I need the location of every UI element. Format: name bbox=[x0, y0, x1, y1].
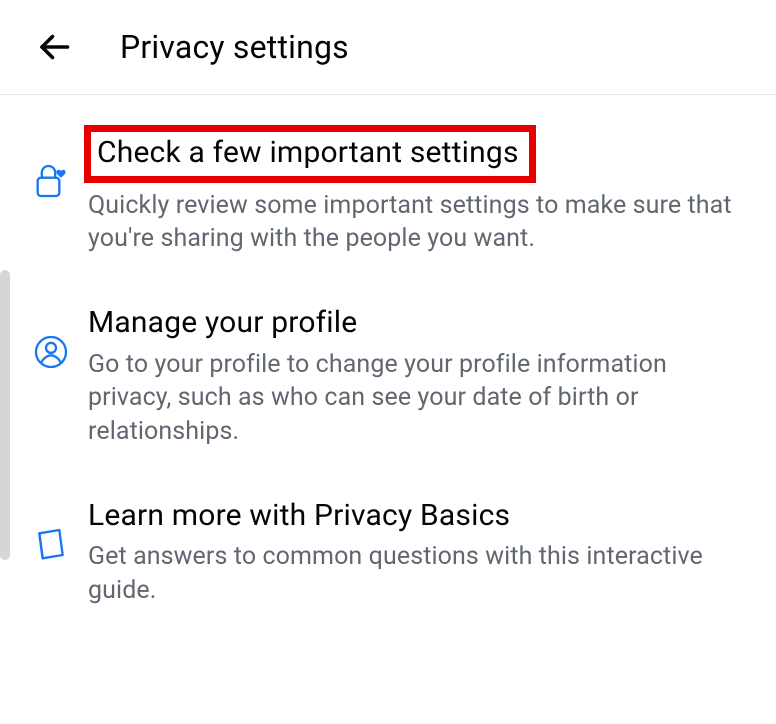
icon-col bbox=[20, 304, 82, 372]
item-title: Manage your profile bbox=[88, 304, 736, 342]
lock-heart-icon bbox=[31, 161, 71, 201]
setting-privacy-basics[interactable]: Learn more with Privacy Basics Get answe… bbox=[0, 497, 776, 608]
icon-col bbox=[20, 497, 82, 565]
settings-list: Check a few important settings Quickly r… bbox=[0, 125, 776, 608]
arrow-left-icon bbox=[36, 29, 72, 65]
item-title: Check a few important settings bbox=[84, 125, 536, 183]
page-title: Privacy settings bbox=[120, 28, 349, 66]
profile-icon bbox=[31, 332, 71, 372]
header-bar: Privacy settings bbox=[0, 0, 776, 95]
back-button[interactable] bbox=[36, 22, 86, 72]
setting-check-important[interactable]: Check a few important settings Quickly r… bbox=[0, 125, 776, 256]
item-desc: Quickly review some important settings t… bbox=[88, 189, 736, 257]
item-title: Learn more with Privacy Basics bbox=[88, 497, 736, 535]
scrollbar-thumb[interactable] bbox=[0, 270, 10, 560]
text-col: Manage your profile Go to your profile t… bbox=[82, 304, 756, 449]
item-desc: Get answers to common questions with thi… bbox=[88, 540, 736, 608]
setting-manage-profile[interactable]: Manage your profile Go to your profile t… bbox=[0, 304, 776, 449]
text-col: Learn more with Privacy Basics Get answe… bbox=[82, 497, 756, 608]
book-icon bbox=[31, 525, 71, 565]
item-desc: Go to your profile to change your profil… bbox=[88, 348, 736, 449]
text-col: Check a few important settings Quickly r… bbox=[82, 125, 756, 256]
icon-col bbox=[20, 125, 82, 201]
